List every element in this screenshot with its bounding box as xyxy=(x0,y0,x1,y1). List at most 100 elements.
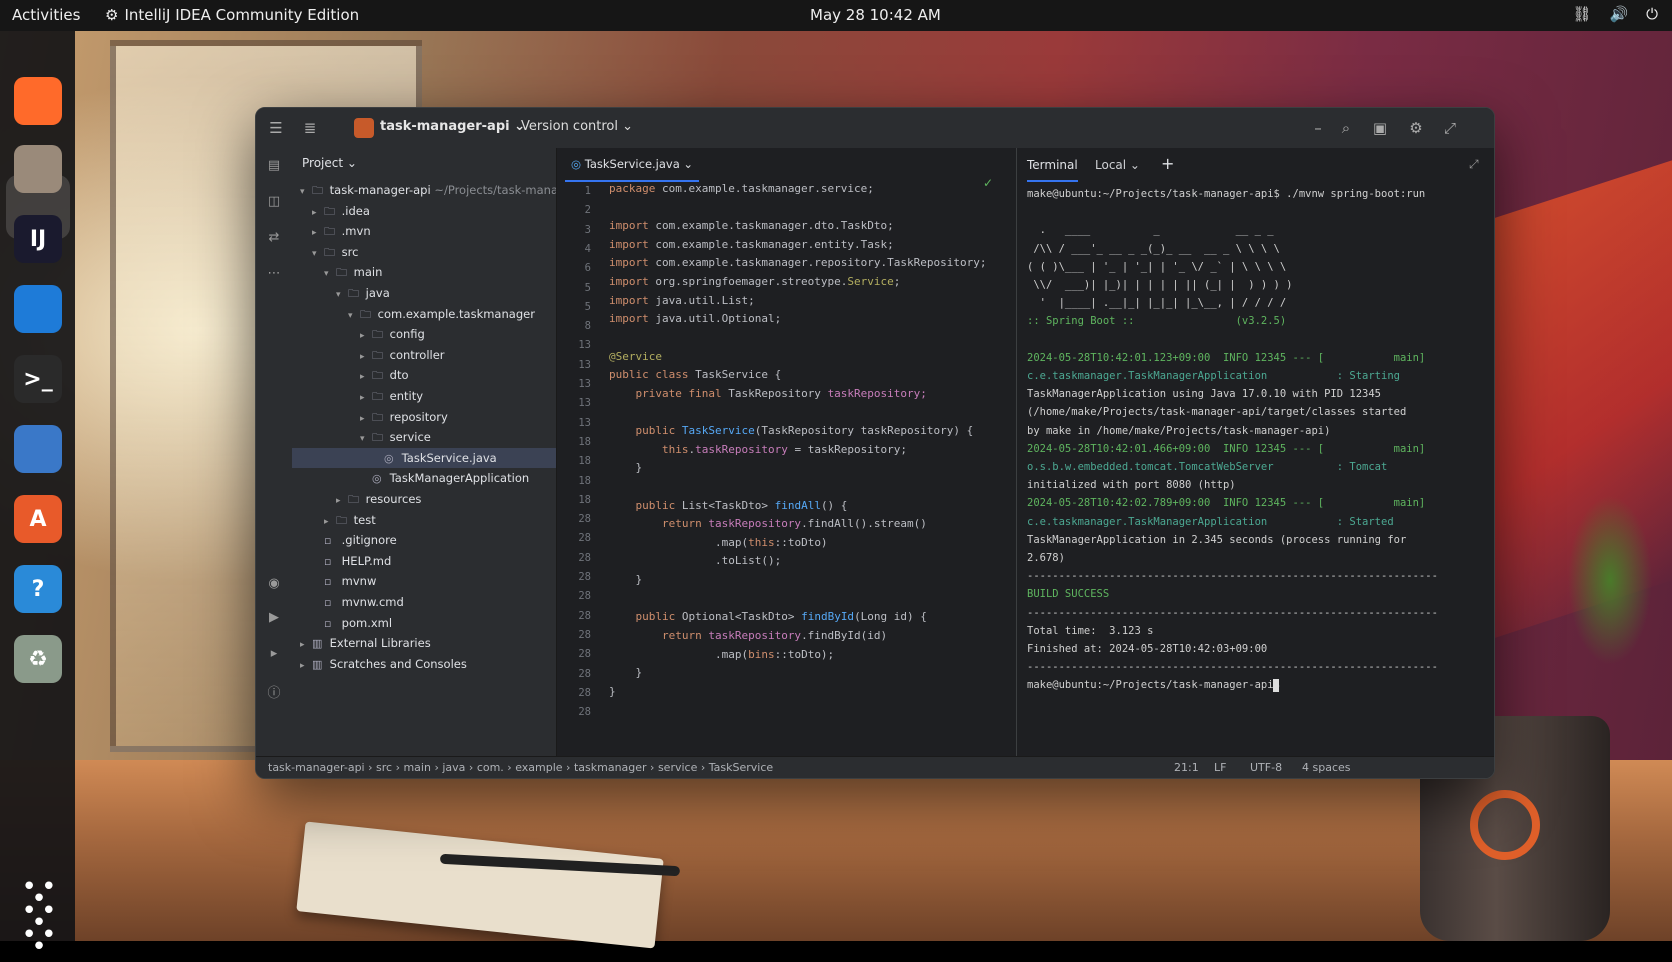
breadcrumb-item[interactable]: › taskmanager xyxy=(563,761,647,774)
pull-requests-icon[interactable]: ⇄ xyxy=(265,230,283,248)
tree-item[interactable]: ▸ 🗀 test xyxy=(292,510,556,530)
expand-icon[interactable]: ⤢ xyxy=(1440,118,1460,138)
chevron-down-icon[interactable]: ▾ xyxy=(348,306,360,326)
code-token: import xyxy=(609,219,656,233)
tree-item[interactable]: ▸ 🗀 dto xyxy=(292,365,556,385)
minimize-button[interactable]: – xyxy=(1308,118,1328,138)
terminal-tool-icon[interactable]: ▸ xyxy=(265,646,283,664)
chevron-right-icon[interactable]: ▸ xyxy=(360,326,372,346)
chevron-right-icon[interactable]: ▸ xyxy=(312,223,324,243)
line-separator[interactable]: LF xyxy=(1214,757,1226,778)
structure-icon[interactable]: ≣ xyxy=(300,118,320,138)
chevron-right-icon[interactable]: ▸ xyxy=(300,635,312,655)
power-icon[interactable]: ⏻ xyxy=(1646,5,1658,23)
breadcrumb-item[interactable]: › com. xyxy=(465,761,504,774)
tree-item[interactable]: ▾ 🗀 java xyxy=(292,283,556,303)
breadcrumb-item[interactable]: › TaskService xyxy=(697,761,773,774)
tree-item[interactable]: ▾ 🗀 task-manager-api ~/Projects/task-mana… xyxy=(292,180,598,202)
editor-tab[interactable]: ◎ TaskService.java ⌄ xyxy=(565,148,700,182)
chevron-right-icon[interactable]: ▸ xyxy=(360,367,372,387)
chevron-right-icon[interactable]: ▸ xyxy=(312,203,324,223)
caret-position[interactable]: 21:1 xyxy=(1174,757,1199,778)
chevron-right-icon[interactable]: ▸ xyxy=(324,512,336,532)
writer-icon[interactable] xyxy=(14,425,62,473)
vscode-icon[interactable] xyxy=(14,285,62,333)
chevron-right-icon[interactable]: ▸ xyxy=(300,656,312,676)
show-apps-icon[interactable]: • • • • • • • • • xyxy=(20,874,57,960)
firefox-icon[interactable] xyxy=(14,77,62,125)
commit-tool-icon[interactable]: ◫ xyxy=(265,194,283,212)
tree-item[interactable]: ▾ 🗀 com.example.taskmanager xyxy=(292,304,556,324)
tree-item[interactable]: ◎ TaskService.java xyxy=(292,447,556,468)
version-control-menu[interactable]: Version control ⌄ xyxy=(521,119,633,134)
tree-item[interactable]: ▸ 🗀 .idea xyxy=(292,201,556,221)
chevron-right-icon[interactable]: ▸ xyxy=(360,388,372,408)
intellij-icon[interactable]: IJ xyxy=(14,215,62,263)
project-tool-icon[interactable]: ▤ xyxy=(265,158,283,176)
breadcrumb-item[interactable]: › example xyxy=(504,761,562,774)
chevron-right-icon[interactable]: ▸ xyxy=(336,491,348,511)
system-tray[interactable]: ⛓ 🔊 ⏻ xyxy=(1572,5,1658,23)
chevron-right-icon[interactable]: ▸ xyxy=(360,409,372,429)
chevron-down-icon[interactable]: ▾ xyxy=(312,244,324,264)
chevron-down-icon[interactable]: ▾ xyxy=(336,285,348,305)
trash-icon[interactable]: ♻ xyxy=(14,635,62,683)
clock[interactable]: May 28 10:42 AM xyxy=(810,6,941,24)
new-tab-icon[interactable]: + xyxy=(1161,154,1174,173)
indent-setting[interactable]: 4 spaces xyxy=(1302,757,1351,778)
problems-icon[interactable]: ⓘ xyxy=(265,682,283,701)
run-icon[interactable]: ▶ xyxy=(265,610,283,628)
tree-item[interactable]: ▸ 🗀 controller xyxy=(292,345,556,365)
project-switcher[interactable]: task-manager-api ⌄ xyxy=(380,119,525,134)
terminal-line: ----------------------------------------… xyxy=(1027,606,1438,619)
main-menu-icon[interactable]: ☰ xyxy=(266,118,286,138)
tree-item[interactable]: ▸ 🗀 repository xyxy=(292,407,556,427)
chevron-right-icon[interactable]: ▸ xyxy=(360,347,372,367)
activities-button[interactable]: Activities xyxy=(12,6,80,24)
chevron-down-icon[interactable]: ▾ xyxy=(324,264,336,284)
tree-item[interactable]: ▫ HELP.md xyxy=(292,551,556,571)
help-icon[interactable]: ? xyxy=(14,565,62,613)
tree-item[interactable]: ▫ mvnw xyxy=(292,571,556,591)
tree-item[interactable]: ▸ 🗀 config xyxy=(292,324,556,344)
tree-item[interactable]: ▸ ▥ Scratches and Consoles xyxy=(292,654,556,674)
tree-item[interactable]: ▫ mvnw.cmd xyxy=(292,592,556,612)
network-icon[interactable]: ⛓ xyxy=(1572,5,1591,23)
maximize-panel-icon[interactable]: ⤢ xyxy=(1469,157,1479,172)
tab-terminal[interactable]: Terminal xyxy=(1027,158,1078,182)
breadcrumb-item[interactable]: › main xyxy=(392,761,431,774)
code-token: TaskService xyxy=(681,424,755,438)
tab-local[interactable]: Local ⌄ xyxy=(1095,158,1140,172)
tree-item[interactable]: ◎ TaskManagerApplication xyxy=(292,468,556,488)
chevron-down-icon[interactable]: ▾ xyxy=(360,429,372,449)
editor-pane[interactable]: ◎ TaskService.java ⌄ ✓ 1 2 3 4 6 5 5 8 13 13 13 13 1… xyxy=(556,148,1017,756)
folder-icon: 🗀 xyxy=(324,204,335,218)
tree-item[interactable]: ▸ 🗀 resources xyxy=(292,489,556,509)
app-center-icon[interactable]: A xyxy=(14,495,62,543)
tree-item[interactable]: ▾ 🗀 src xyxy=(292,242,556,262)
app-menu[interactable]: ⚙ IntelliJ IDEA Community Edition xyxy=(105,6,359,24)
tree-item[interactable]: ▾ 🗀 service xyxy=(292,427,556,447)
search-icon[interactable]: ⌕ xyxy=(1336,118,1356,138)
more-tools-icon[interactable]: ⋯ xyxy=(265,266,283,284)
files-icon[interactable] xyxy=(14,145,62,193)
file-encoding[interactable]: UTF-8 xyxy=(1250,757,1282,778)
tree-item[interactable]: ▾ 🗀 main xyxy=(292,262,556,282)
breadcrumb-item[interactable]: › src xyxy=(365,761,392,774)
tree-item[interactable]: ▸ 🗀 .mvn xyxy=(292,221,556,241)
tree-item[interactable]: ▸ ▥ External Libraries xyxy=(292,633,556,653)
run-config-icon[interactable]: ▣ xyxy=(1370,118,1390,138)
project-panel-header[interactable]: Project ⌄ xyxy=(302,156,357,170)
settings-icon[interactable]: ⚙ xyxy=(1406,118,1426,138)
breadcrumb-item[interactable]: › java xyxy=(431,761,465,774)
breadcrumb-item[interactable]: › service xyxy=(647,761,697,774)
chevron-down-icon[interactable]: ▾ xyxy=(300,182,312,202)
tree-item[interactable]: ▫ pom.xml xyxy=(292,613,556,633)
tree-item[interactable]: ▸ 🗀 entity xyxy=(292,386,556,406)
services-icon[interactable]: ◉ xyxy=(265,576,283,594)
volume-icon[interactable]: 🔊 xyxy=(1609,5,1628,23)
breadcrumb-item[interactable]: task-manager-api xyxy=(268,761,365,774)
code-token: .findById(id) xyxy=(801,628,888,642)
terminal-icon[interactable]: >_ xyxy=(14,355,62,403)
tree-item[interactable]: ▫ .gitignore xyxy=(292,530,556,550)
